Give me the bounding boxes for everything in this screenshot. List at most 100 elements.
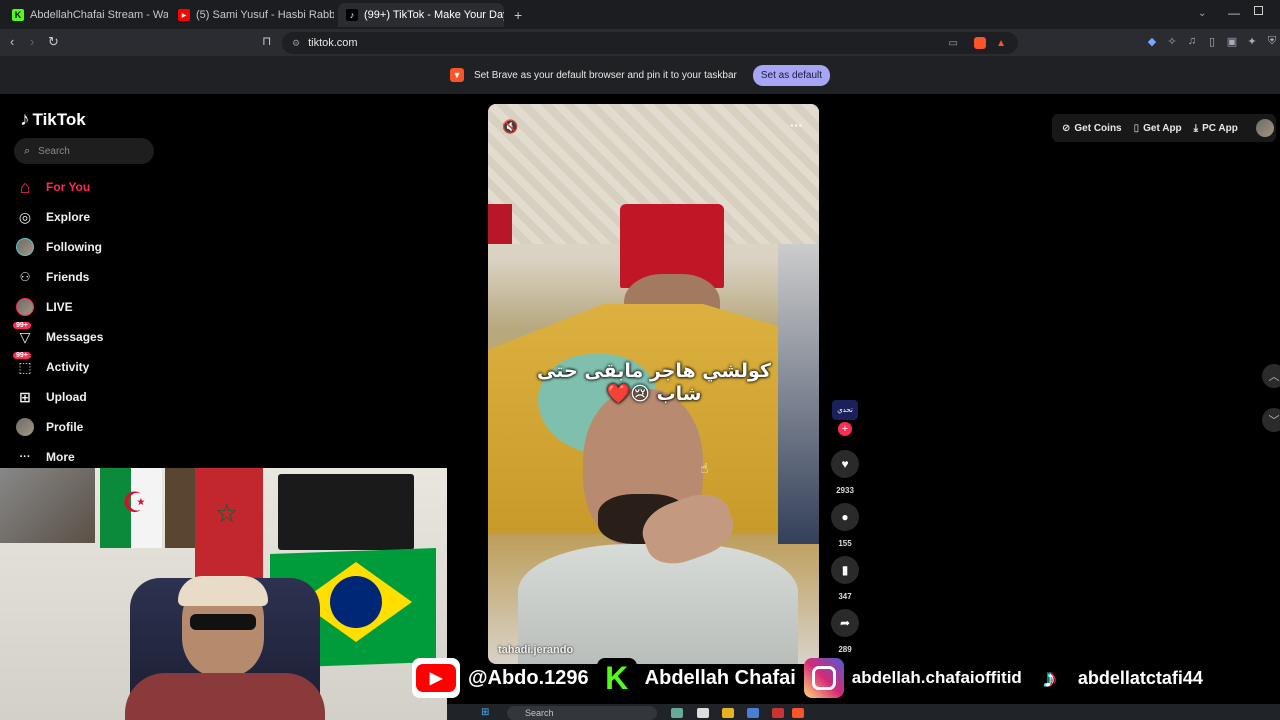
url-bar[interactable]: ⚙ tiktok.com ▭ ▲	[282, 32, 1018, 54]
pc-app-label: PC App	[1202, 122, 1238, 134]
youtube-handle: @Abdo.1296	[467, 666, 589, 690]
brave-logo-icon: ▼	[449, 68, 464, 82]
tab-youtube[interactable]: ▶ (5) Sami Yusuf - Hasbi Rabbi (Official	[170, 3, 334, 27]
profile-avatar	[16, 418, 34, 436]
kick-handle: Abdellah Chafai	[644, 666, 797, 690]
activity-badge: 99+	[13, 352, 31, 359]
nav-label: More	[46, 450, 75, 464]
nav-more[interactable]: ··· More	[16, 446, 75, 468]
browser-toolbar: ‹ › ↻ ⊓ ⚙ tiktok.com ▭ ▲ ◆ ✧ ♫ ▯ ▣ ✦ ⛨	[0, 29, 1280, 56]
task-view-icon[interactable]	[697, 708, 709, 718]
tab-kick-stream[interactable]: K AbdellahChafai Stream - Watch Live o	[4, 3, 168, 27]
follow-plus-icon[interactable]: +	[838, 422, 852, 436]
youtube-icon: ▶	[178, 9, 190, 21]
nav-live[interactable]: LIVE	[16, 296, 73, 318]
new-tab-button[interactable]: +	[506, 3, 526, 27]
wall-tv	[278, 474, 414, 550]
nav-friends[interactable]: ⚇ Friends	[16, 266, 90, 288]
windows-taskbar: ⊞ Search	[447, 704, 1280, 720]
file-explorer-icon[interactable]	[722, 708, 734, 718]
plus-square-icon: ⊞	[19, 388, 31, 405]
scroll-up-icon[interactable]: ︿	[1262, 364, 1280, 388]
music-icon[interactable]: ♫	[1186, 35, 1198, 47]
scroll-down-icon[interactable]: ﹀	[1262, 408, 1280, 432]
extensions-icon[interactable]: ✧	[1166, 35, 1178, 48]
kick-icon: K	[12, 9, 24, 21]
streamer-webcam: ☪ ☆	[0, 468, 447, 720]
cast-icon[interactable]: ▭	[949, 38, 958, 49]
creator-avatar[interactable]: تحدي	[832, 400, 858, 420]
video-more-icon[interactable]: ···	[790, 118, 803, 133]
back-icon[interactable]: ‹	[10, 34, 14, 49]
video-caption: كولشي هاجر مابقى حتى شاب 😢❤️	[537, 360, 771, 405]
tab-title: (99+) TikTok - Make Your Day	[364, 9, 504, 21]
wallet-icon[interactable]: ▣	[1226, 35, 1238, 48]
nav-label: Following	[46, 240, 102, 254]
kick-logo-icon: K	[596, 658, 637, 698]
minimize-icon[interactable]: —	[1228, 6, 1240, 20]
tab-search-icon[interactable]: ⌄	[1198, 8, 1206, 19]
tiktok-icon: ♪	[346, 9, 358, 21]
forward-icon[interactable]: ›	[30, 34, 34, 49]
brave-shields-icon[interactable]	[974, 37, 986, 49]
nav-label: For You	[46, 180, 91, 194]
search-input[interactable]: ⌕ Search	[14, 138, 154, 164]
video-author[interactable]: tahadi.jerando	[498, 644, 573, 656]
download-icon: ⤓	[1193, 122, 1199, 134]
bookmark-icon[interactable]: ⊓	[262, 34, 271, 48]
friends-icon: ⚇	[19, 270, 31, 284]
taskbar-search-label: Search	[525, 708, 554, 718]
brave-taskbar-icon[interactable]	[792, 708, 804, 718]
more-icon: ···	[19, 451, 31, 463]
bookmark-icon: ▮	[841, 563, 849, 577]
get-app-button[interactable]: ▯ Get App	[1134, 123, 1182, 134]
nav-messages[interactable]: ▽ 99+ Messages	[13, 322, 103, 348]
live-avatar	[16, 298, 34, 316]
nav-explore[interactable]: ◎ Explore	[16, 206, 90, 228]
widgets-icon[interactable]	[671, 708, 683, 718]
sunglasses	[190, 614, 256, 630]
instagram-handle: abdellah.chafaioffitid	[851, 667, 1023, 688]
nav-activity[interactable]: ⬚ 99+ Activity	[13, 352, 89, 378]
app-icon[interactable]	[747, 708, 759, 718]
logo-text: TikTok	[32, 110, 86, 129]
vpn-icon[interactable]: ⛨	[1266, 35, 1278, 47]
comment-icon: ●	[841, 510, 849, 524]
app-icon[interactable]	[772, 708, 784, 718]
tab-title: AbdellahChafai Stream - Watch Live o	[30, 9, 168, 21]
share-button[interactable]: ➦	[831, 609, 859, 637]
algeria-flag: ☪	[100, 468, 162, 548]
home-icon: ⌂	[19, 176, 31, 197]
taskbar-search[interactable]: Search	[507, 706, 657, 720]
nav-label: Profile	[46, 420, 84, 434]
like-button[interactable]: ♥	[831, 450, 859, 478]
maximize-icon[interactable]	[1254, 6, 1263, 15]
comment-button[interactable]: ●	[831, 503, 859, 531]
nav-following[interactable]: Following	[16, 236, 102, 258]
white-cap	[178, 576, 268, 606]
set-as-default-button[interactable]: Set as default	[752, 64, 831, 86]
sidebar-toggle-icon[interactable]: ▯	[1206, 35, 1218, 48]
mute-icon[interactable]: 🔇	[502, 119, 518, 135]
nav-for-you[interactable]: ⌂ For You	[16, 176, 91, 198]
windows-start-icon[interactable]: ⊞	[481, 707, 489, 718]
get-coins-button[interactable]: ⊘ Get Coins	[1062, 123, 1122, 134]
tab-tiktok[interactable]: ♪ (99+) TikTok - Make Your Day ✕	[338, 3, 504, 27]
compass-icon: ◎	[18, 208, 32, 225]
tiktok-logo[interactable]: ♪ TikTok	[20, 109, 86, 131]
site-info-icon[interactable]: ⚙	[292, 38, 300, 49]
tiktok-note-icon: ♪	[20, 109, 30, 130]
default-browser-infobar: ▼ Set Brave as your default browser and …	[0, 56, 1280, 94]
leo-ai-icon[interactable]: ✦	[1246, 35, 1258, 48]
poster-left	[0, 468, 95, 543]
extension-shield-icon[interactable]: ◆	[1146, 35, 1158, 48]
brave-rewards-icon[interactable]: ▲	[996, 38, 1006, 49]
save-button[interactable]: ▮	[831, 556, 859, 584]
nav-profile[interactable]: Profile	[16, 416, 83, 438]
save-count: 347	[838, 592, 852, 601]
nav-upload[interactable]: ⊞ Upload	[16, 386, 87, 408]
user-avatar[interactable]	[1256, 119, 1274, 137]
reload-icon[interactable]: ↻	[48, 34, 59, 50]
pc-app-button[interactable]: ⤓ PC App	[1194, 123, 1238, 134]
infobar-text: Set Brave as your default browser and pi…	[473, 69, 737, 81]
